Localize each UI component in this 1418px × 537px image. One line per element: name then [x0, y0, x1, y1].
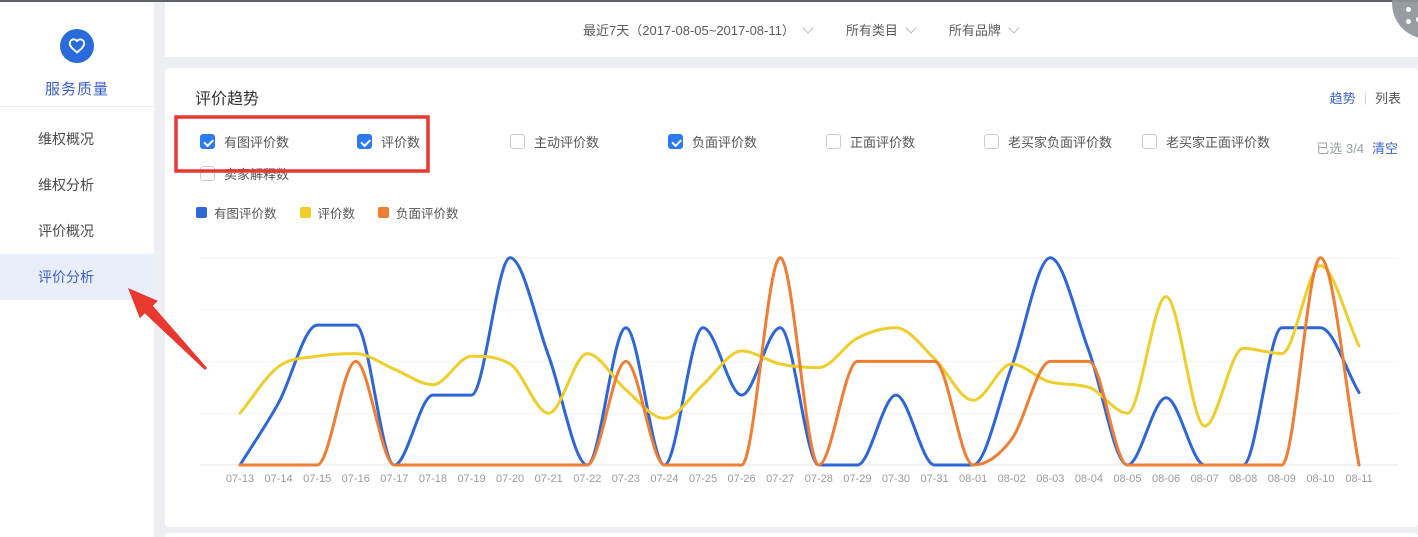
legend-swatch	[300, 207, 311, 218]
date-range-filter[interactable]: 最近7天（2017-08-05~2017-08-11）	[583, 20, 812, 39]
service-quality-icon-wrap	[0, 27, 154, 70]
sidebar-item-0[interactable]: 维权概况	[0, 116, 154, 162]
category-filter[interactable]: 所有类目	[846, 20, 915, 39]
checkbox-unchecked-icon[interactable]	[826, 134, 841, 149]
x-tick-label: 07-29	[835, 473, 879, 485]
x-tick-label: 07-22	[565, 473, 609, 485]
checkbox-label: 评价数	[381, 132, 420, 151]
metric-checkbox-3[interactable]: 负面评价数	[668, 132, 757, 151]
legend-swatch	[378, 207, 389, 218]
chart-legend: 有图评价数 评价数 负面评价数	[196, 203, 459, 222]
selected-count: 已选 3/4	[1316, 138, 1364, 157]
filter-row: 最近7天（2017-08-05~2017-08-11） 所有类目 所有品牌	[583, 2, 1018, 57]
x-tick-label: 07-25	[681, 473, 725, 485]
x-tick-label: 07-15	[295, 473, 339, 485]
metric-checkbox-1[interactable]: 评价数	[357, 132, 420, 151]
checkbox-unchecked-icon[interactable]	[1142, 134, 1157, 149]
x-tick-label: 07-31	[913, 473, 957, 485]
legend-swatch	[196, 207, 207, 218]
x-tick-label: 08-09	[1260, 473, 1304, 485]
legend-label: 负面评价数	[396, 203, 459, 222]
chevron-down-icon	[905, 22, 916, 33]
x-tick-label: 07-14	[257, 473, 301, 485]
dot-icon	[1406, 19, 1411, 24]
sidebar: 服务质量 维权概况维权分析评价概况评价分析	[0, 2, 154, 537]
checkbox-checked-icon[interactable]	[357, 134, 372, 149]
x-tick-label: 07-28	[797, 473, 841, 485]
x-tick-label: 07-24	[642, 473, 686, 485]
chevron-down-icon	[1008, 22, 1019, 33]
sidebar-item-3-active[interactable]: 评价分析	[0, 254, 154, 300]
panel-title: 评价趋势	[195, 85, 259, 109]
checkbox-checked-icon[interactable]	[668, 134, 683, 149]
clear-selection-button[interactable]: 清空	[1372, 138, 1398, 157]
checkbox-unchecked-icon[interactable]	[984, 134, 999, 149]
brand-filter[interactable]: 所有品牌	[949, 20, 1018, 39]
category-label: 所有类目	[846, 20, 898, 39]
x-tick-label: 07-20	[488, 473, 532, 485]
checkbox-label: 主动评价数	[534, 132, 599, 151]
x-tick-label: 07-18	[411, 473, 455, 485]
x-tick-label: 08-01	[951, 473, 995, 485]
metric-checkbox-0[interactable]: 有图评价数	[200, 132, 289, 151]
checkbox-label: 老买家正面评价数	[1166, 132, 1270, 151]
date-range-label: 最近7天（2017-08-05~2017-08-11）	[583, 20, 795, 39]
legend-label: 有图评价数	[214, 203, 277, 222]
x-tick-label: 07-16	[334, 473, 378, 485]
metric-checkbox-4[interactable]: 正面评价数	[826, 132, 915, 151]
legend-label: 评价数	[318, 203, 356, 222]
chevron-down-icon	[802, 22, 813, 33]
next-panel-edge	[165, 533, 1418, 537]
selection-summary: 已选 3/4 清空	[1316, 138, 1398, 157]
x-tick-label: 08-03	[1028, 473, 1072, 485]
x-tick-label: 08-07	[1183, 473, 1227, 485]
x-tick-label: 07-21	[527, 473, 571, 485]
checkbox-label: 卖家解释数	[224, 164, 289, 183]
sidebar-divider	[0, 106, 154, 107]
metric-checkbox-2[interactable]: 主动评价数	[510, 132, 599, 151]
view-toggle: 趋势 | 列表	[1330, 88, 1401, 107]
legend-item-0[interactable]: 有图评价数	[196, 203, 277, 222]
toggle-separator: |	[1364, 90, 1367, 105]
x-tick-label: 08-10	[1298, 473, 1342, 485]
toggle-trend[interactable]: 趋势	[1330, 88, 1356, 107]
checkbox-label: 负面评价数	[692, 132, 757, 151]
checkbox-checked-icon[interactable]	[200, 134, 215, 149]
x-tick-label: 07-23	[604, 473, 648, 485]
checkbox-label: 有图评价数	[224, 132, 289, 151]
x-tick-label: 07-27	[758, 473, 802, 485]
heart-icon	[58, 27, 96, 65]
metric-checkbox-6[interactable]: 老买家正面评价数	[1142, 132, 1270, 151]
x-tick-label: 08-06	[1144, 473, 1188, 485]
x-tick-label: 08-11	[1337, 473, 1381, 485]
checkbox-label: 老买家负面评价数	[1008, 132, 1112, 151]
review-trend-panel: 评价趋势 趋势 | 列表 有图评价数评价数主动评价数负面评价数正面评价数老买家负…	[165, 68, 1418, 527]
sidebar-item-1[interactable]: 维权分析	[0, 162, 154, 208]
x-tick-label: 08-05	[1105, 473, 1149, 485]
toggle-list[interactable]: 列表	[1375, 88, 1401, 107]
page: { "topbar": { "date_filter": "最近7天（2017-…	[0, 0, 1418, 537]
legend-item-1[interactable]: 评价数	[300, 203, 356, 222]
checkbox-label: 正面评价数	[850, 132, 915, 151]
legend-item-2[interactable]: 负面评价数	[378, 203, 459, 222]
x-tick-label: 08-04	[1067, 473, 1111, 485]
checkbox-unchecked-icon[interactable]	[200, 166, 215, 181]
x-tick-label: 07-19	[450, 473, 494, 485]
metric-checkbox-7[interactable]: 卖家解释数	[200, 164, 289, 183]
x-tick-label: 08-02	[990, 473, 1034, 485]
sidebar-title: 服务质量	[0, 78, 154, 99]
sidebar-menu: 维权概况维权分析评价概况评价分析	[0, 116, 154, 300]
x-tick-label: 08-08	[1221, 473, 1265, 485]
x-tick-label: 07-17	[372, 473, 416, 485]
checkbox-unchecked-icon[interactable]	[510, 134, 525, 149]
x-tick-label: 07-13	[218, 473, 262, 485]
sidebar-item-2[interactable]: 评价概况	[0, 208, 154, 254]
x-tick-label: 07-26	[720, 473, 764, 485]
dot-icon	[1406, 7, 1411, 12]
metric-checkbox-5[interactable]: 老买家负面评价数	[984, 132, 1112, 151]
top-filter-bar: 最近7天（2017-08-05~2017-08-11） 所有类目 所有品牌	[165, 2, 1418, 57]
x-tick-label: 07-30	[874, 473, 918, 485]
brand-label: 所有品牌	[949, 20, 1001, 39]
